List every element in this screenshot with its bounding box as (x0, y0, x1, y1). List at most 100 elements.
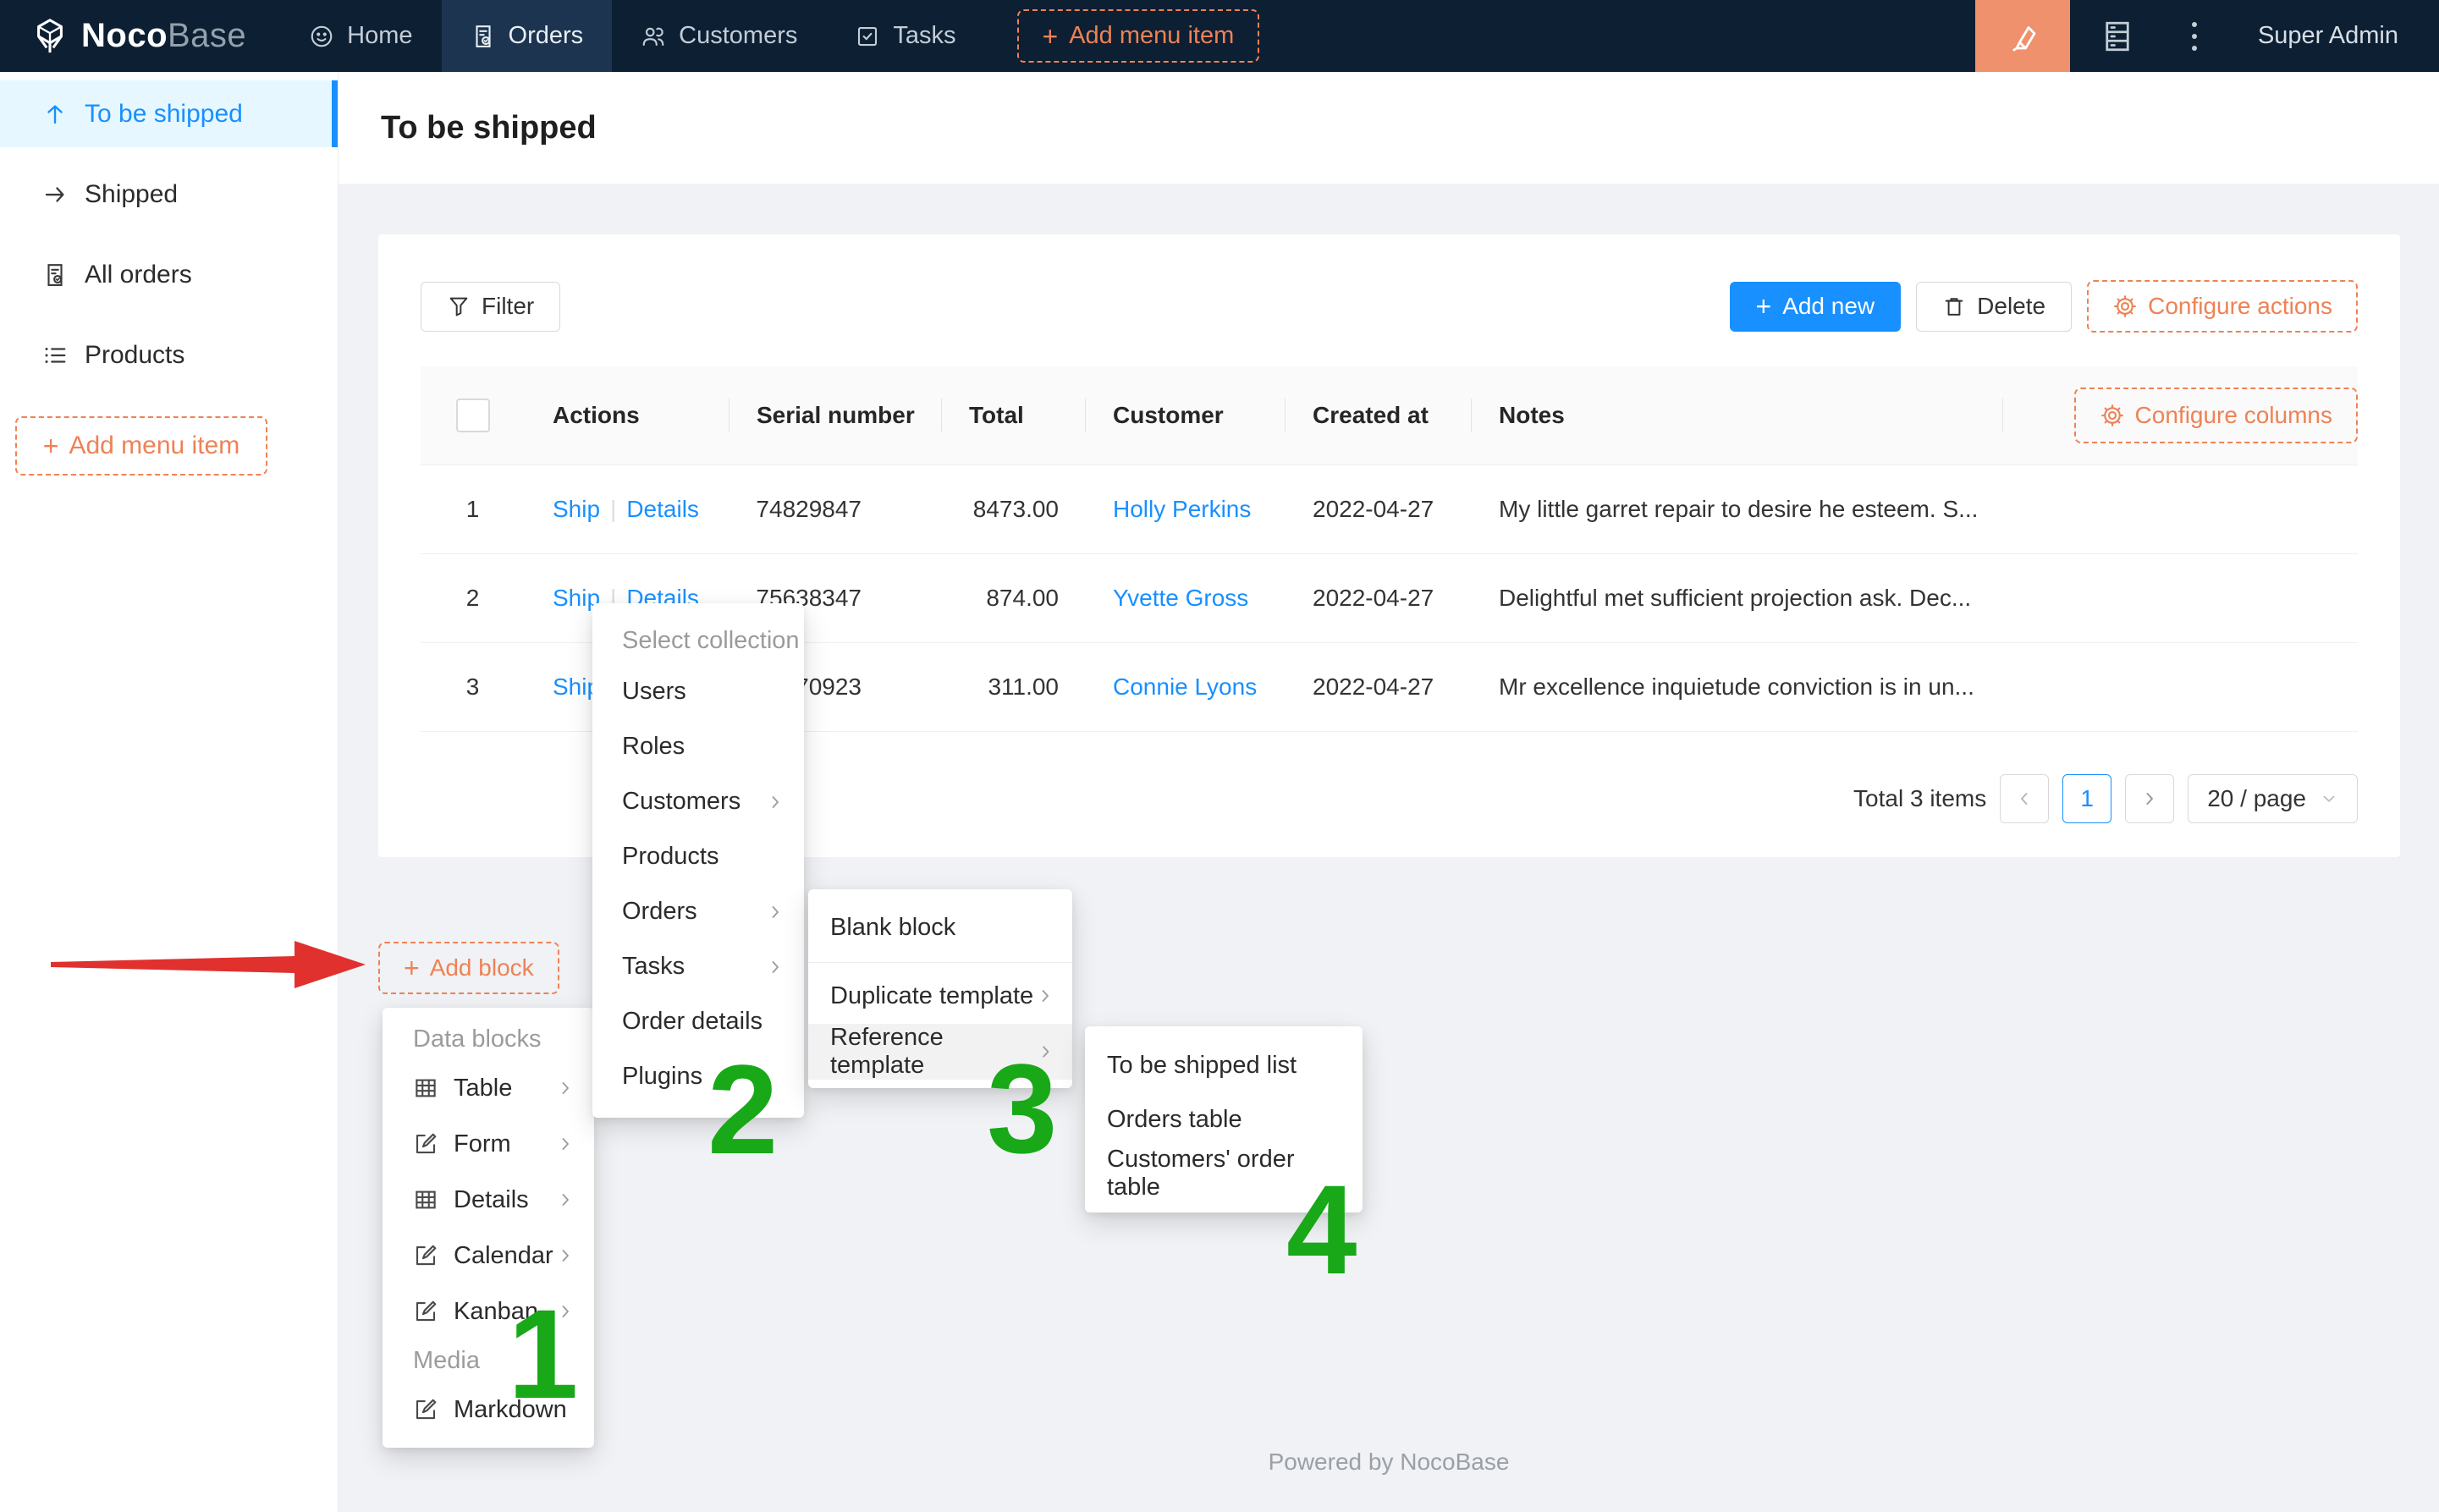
pagination-total: Total 3 items (1853, 785, 1986, 812)
chevron-down-icon (2320, 789, 2338, 808)
menu-item-table[interactable]: Table (383, 1060, 594, 1116)
menu-item-label: Duplicate template (830, 982, 1033, 1010)
row-index: 1 (421, 465, 525, 553)
menu-item-products[interactable]: Products (592, 829, 804, 884)
row-index: 2 (421, 553, 525, 642)
nav-item-home[interactable]: Home (280, 0, 441, 72)
step-annotation-3: 3 (987, 1045, 1057, 1172)
users-icon (641, 24, 666, 49)
current-page-button[interactable]: 1 (2062, 774, 2111, 823)
menu-item-duplicate-template[interactable]: Duplicate template (808, 968, 1072, 1024)
menu-divider (808, 962, 1072, 963)
menu-item-label: Table (454, 1075, 512, 1102)
page-size-select[interactable]: 20 / page (2188, 774, 2358, 823)
add-new-label: Add new (1782, 293, 1875, 320)
menu-item-details[interactable]: Details (383, 1172, 594, 1228)
customer-link[interactable]: Holly Perkins (1113, 496, 1251, 522)
menu-item-customers[interactable]: Customers (592, 774, 804, 829)
sidebar-item-products[interactable]: Products (0, 322, 338, 388)
menu-item-label: Customers (622, 788, 741, 816)
gear-icon (2112, 294, 2138, 319)
navbar-add-menu-item-label: Add menu item (1069, 22, 1234, 50)
nav-item-customers[interactable]: Customers (612, 0, 826, 72)
menu-item-label: Details (454, 1186, 529, 1214)
menu-item-blank-block[interactable]: Blank block (808, 898, 1072, 957)
more-options-button[interactable] (2165, 22, 2224, 51)
column-header-created: Created at (1285, 366, 1471, 465)
configure-columns-label: Configure columns (2135, 402, 2332, 429)
table-header-row: Actions Serial number Total Customer Cre… (421, 366, 2358, 465)
nav-item-label: Tasks (893, 22, 955, 50)
select-all-checkbox[interactable] (456, 399, 490, 432)
chevron-right-icon (2139, 789, 2160, 809)
menu-item-label: To be shipped list (1107, 1052, 1297, 1080)
add-new-button[interactable]: + Add new (1730, 282, 1902, 332)
menu-item-calendar[interactable]: Calendar (383, 1228, 594, 1284)
navbar-add-menu-item-button[interactable]: + Add menu item (1017, 9, 1260, 63)
nocobase-logo[interactable]: NocoBase (0, 17, 280, 56)
menu-item-label: Blank block (830, 914, 955, 942)
sidebar-item-shipped[interactable]: Shipped (0, 161, 338, 228)
menu-group-header: Select collection (592, 617, 804, 664)
sidebar-item-to-be-shipped[interactable]: To be shipped (0, 80, 338, 147)
customer-link[interactable]: Yvette Gross (1113, 585, 1248, 611)
delete-label: Delete (1977, 293, 2045, 320)
user-menu[interactable]: Super Admin (2224, 22, 2439, 50)
menu-item-orders-table[interactable]: Orders table (1085, 1092, 1363, 1146)
ui-editor-button[interactable] (1975, 0, 2070, 72)
smiley-icon (309, 24, 334, 49)
filter-button[interactable]: Filter (421, 282, 560, 332)
filter-icon (447, 294, 471, 318)
page-title: To be shipped (381, 110, 597, 146)
file-check-icon (471, 24, 496, 49)
chevron-right-icon (1035, 986, 1055, 1006)
ship-link[interactable]: Ship (553, 496, 600, 522)
notes-cell: My little garret repair to desire he est… (1471, 465, 2002, 553)
menu-item-label: Orders (622, 898, 697, 926)
powered-by-footer: Powered by NocoBase (339, 1449, 2439, 1476)
menu-item-label: Roles (622, 733, 685, 761)
add-block-button[interactable]: + Add block (378, 942, 559, 994)
step-annotation-2: 2 (707, 1046, 778, 1173)
step-annotation-1: 1 (508, 1290, 578, 1417)
checkbox-icon (855, 24, 880, 49)
sidebar-item-label: Shipped (85, 180, 178, 209)
serial-number-cell: 74829847 (729, 465, 941, 553)
menu-item-orders[interactable]: Orders (592, 884, 804, 939)
customer-link[interactable]: Connie Lyons (1113, 674, 1257, 700)
next-page-button[interactable] (2125, 774, 2174, 823)
total-cell: 8473.00 (941, 465, 1085, 553)
plus-icon: + (1043, 23, 1059, 50)
sidebar-add-menu-item-button[interactable]: + Add menu item (15, 416, 267, 476)
delete-button[interactable]: Delete (1916, 282, 2072, 332)
menu-item-form[interactable]: Form (383, 1116, 594, 1172)
column-header-customer: Customer (1085, 366, 1285, 465)
main-nav: Home Orders (280, 0, 1259, 72)
sidebar-item-label: All orders (85, 261, 192, 289)
highlighter-icon (2005, 19, 2040, 54)
edit-icon (413, 1131, 438, 1157)
sidebar: To be shipped Shipped All orders (0, 72, 339, 1512)
menu-item-tasks[interactable]: Tasks (592, 939, 804, 994)
sidebar-item-all-orders[interactable]: All orders (0, 241, 338, 308)
configure-actions-button[interactable]: Configure actions (2087, 280, 2358, 333)
menu-item-label: Orders table (1107, 1106, 1242, 1134)
configure-columns-button[interactable]: Configure columns (2074, 388, 2358, 443)
table-row[interactable]: 1 Ship|Details 74829847 8473.00 Holly Pe… (421, 465, 2358, 553)
menu-group-header: Data blocks (383, 1018, 594, 1060)
table-toolbar: Filter + Add new Delete (421, 280, 2358, 333)
logo-text: NocoBase (81, 17, 246, 55)
nav-item-tasks[interactable]: Tasks (826, 0, 984, 72)
menu-item-users[interactable]: Users (592, 664, 804, 719)
details-link[interactable]: Details (626, 496, 699, 522)
plus-icon: + (1756, 293, 1772, 320)
edit-icon (413, 1397, 438, 1422)
server-icon (2100, 19, 2135, 54)
nav-item-orders[interactable]: Orders (442, 0, 613, 72)
menu-item-to-be-shipped-list[interactable]: To be shipped list (1085, 1038, 1363, 1092)
step-annotation-4: 4 (1286, 1166, 1357, 1293)
prev-page-button[interactable] (2000, 774, 2049, 823)
menu-item-roles[interactable]: Roles (592, 719, 804, 774)
plugins-button[interactable] (2070, 0, 2165, 72)
plus-icon: + (404, 954, 420, 981)
